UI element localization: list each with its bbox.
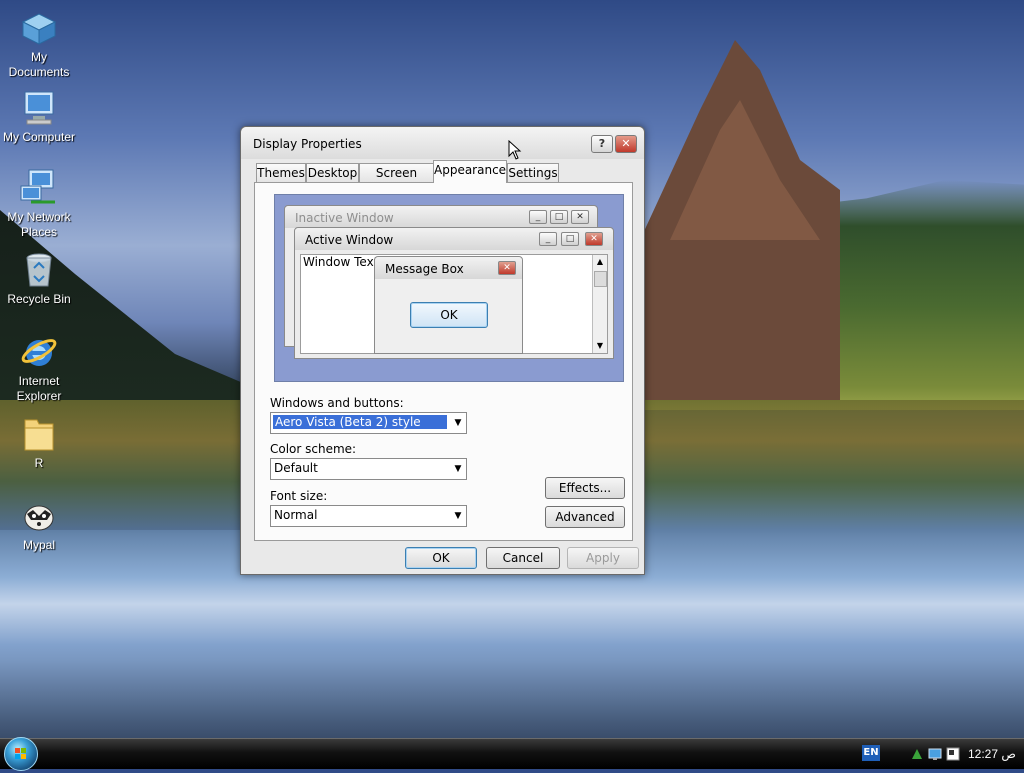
desktop-icon-label: Recycle Bin xyxy=(7,292,71,306)
tab-screen-saver[interactable]: Screen Saver xyxy=(359,163,434,198)
help-button[interactable]: ? xyxy=(591,135,613,153)
color-scheme-value: Default xyxy=(274,461,318,475)
internet-explorer-icon xyxy=(21,339,57,366)
preview-active-title: Active Window xyxy=(305,233,394,247)
ok-button[interactable]: OK xyxy=(405,547,477,569)
chevron-down-icon: ▼ xyxy=(454,418,462,428)
desktop-icon-label: My Network Places xyxy=(7,210,71,239)
desktop-icon-internet-explorer[interactable]: Internet Explorer xyxy=(0,332,78,404)
desktop-icon-r-folder[interactable]: R xyxy=(0,414,78,471)
scroll-thumb xyxy=(594,271,607,287)
cancel-button[interactable]: Cancel xyxy=(486,547,560,569)
recycle-bin-icon xyxy=(26,253,52,287)
desktop-icon-label: My Documents xyxy=(8,50,70,79)
my-computer-icon xyxy=(24,91,54,125)
font-size-value: Normal xyxy=(274,508,318,522)
display-tray-icon[interactable] xyxy=(928,747,942,761)
preview-inactive-titlebar: Inactive Window _ □ ✕ xyxy=(285,206,597,228)
tab-settings[interactable]: Settings xyxy=(507,163,559,182)
mouse-cursor-icon xyxy=(508,140,522,160)
preview-ok-button: OK xyxy=(410,302,488,328)
advanced-button[interactable]: Advanced xyxy=(545,506,625,528)
preview-message-titlebar: Message Box ✕ xyxy=(375,257,522,279)
desktop-icon-label: Internet Explorer xyxy=(16,374,62,403)
tab-desktop[interactable]: Desktop xyxy=(306,163,359,182)
taskbar-clock[interactable]: ص 12:27 xyxy=(968,747,1016,761)
desktop-icon-label: My Computer xyxy=(2,130,76,144)
desktop-icon-recycle-bin[interactable]: Recycle Bin xyxy=(0,250,78,307)
display-properties-dialog: Display Properties ? ✕ Themes Desktop Sc… xyxy=(240,126,645,575)
windows-buttons-value: Aero Vista (Beta 2) style xyxy=(273,415,447,429)
color-scheme-select[interactable]: Default ▼ xyxy=(270,458,467,480)
scroll-down-icon: ▼ xyxy=(596,341,604,350)
taskbar: EN ص 12:27 xyxy=(0,737,1024,771)
preview-inactive-title: Inactive Window xyxy=(295,211,394,225)
my-documents-icon xyxy=(21,13,57,45)
maximize-icon: □ xyxy=(561,232,579,246)
network-places-icon xyxy=(20,169,55,204)
mypal-icon xyxy=(24,505,54,531)
font-size-label: Font size: xyxy=(270,489,328,503)
wallpaper-mountain xyxy=(640,40,840,400)
preview-message-title: Message Box xyxy=(385,262,464,276)
chevron-down-icon: ▼ xyxy=(454,464,462,474)
tab-appearance[interactable]: Appearance xyxy=(433,160,507,183)
dialog-titlebar[interactable]: Display Properties ? ✕ xyxy=(241,127,644,159)
minimize-icon: _ xyxy=(539,232,557,246)
preview-active-titlebar: Active Window _ □ ✕ xyxy=(295,228,613,250)
windows-buttons-select[interactable]: Aero Vista (Beta 2) style ▼ xyxy=(270,412,467,434)
font-size-select[interactable]: Normal ▼ xyxy=(270,505,467,527)
close-icon: ✕ xyxy=(571,210,589,224)
desktop-icon-label: Mypal xyxy=(22,538,55,552)
chevron-down-icon: ▼ xyxy=(454,511,462,521)
network-tray-icon[interactable] xyxy=(910,747,924,761)
dialog-title: Display Properties xyxy=(253,137,362,151)
desktop-icon-mypal[interactable]: Mypal xyxy=(0,496,78,553)
effects-button[interactable]: Effects... xyxy=(545,477,625,499)
preview-window-text: Window Text xyxy=(303,255,379,269)
desktop-icon-my-computer[interactable]: My Computer xyxy=(0,88,78,145)
appearance-panel: Inactive Window _ □ ✕ Active Window _ □ … xyxy=(254,182,633,541)
folder-icon xyxy=(24,419,54,451)
apply-button[interactable]: Apply xyxy=(567,547,639,569)
close-icon: ✕ xyxy=(498,261,516,275)
appearance-preview: Inactive Window _ □ ✕ Active Window _ □ … xyxy=(274,194,624,382)
desktop-icon-my-documents[interactable]: My Documents xyxy=(0,8,78,80)
scroll-up-icon: ▲ xyxy=(596,257,604,266)
close-icon: ✕ xyxy=(585,232,603,246)
color-scheme-label: Color scheme: xyxy=(270,442,357,456)
windows-logo-icon xyxy=(15,748,26,759)
close-button[interactable]: ✕ xyxy=(615,135,637,153)
minimize-icon: _ xyxy=(529,210,547,224)
desktop-icon-network-places[interactable]: My Network Places xyxy=(0,168,78,240)
tab-themes[interactable]: Themes xyxy=(256,163,306,182)
language-indicator[interactable]: EN xyxy=(862,745,880,761)
windows-tray-icon[interactable] xyxy=(946,747,960,761)
preview-message-box: Message Box ✕ OK xyxy=(374,256,523,354)
start-button[interactable] xyxy=(4,737,38,771)
desktop-icon-label: R xyxy=(34,456,44,470)
preview-scrollbar: ▲ ▼ xyxy=(592,255,607,353)
windows-buttons-label: Windows and buttons: xyxy=(270,396,404,410)
maximize-icon: □ xyxy=(550,210,568,224)
